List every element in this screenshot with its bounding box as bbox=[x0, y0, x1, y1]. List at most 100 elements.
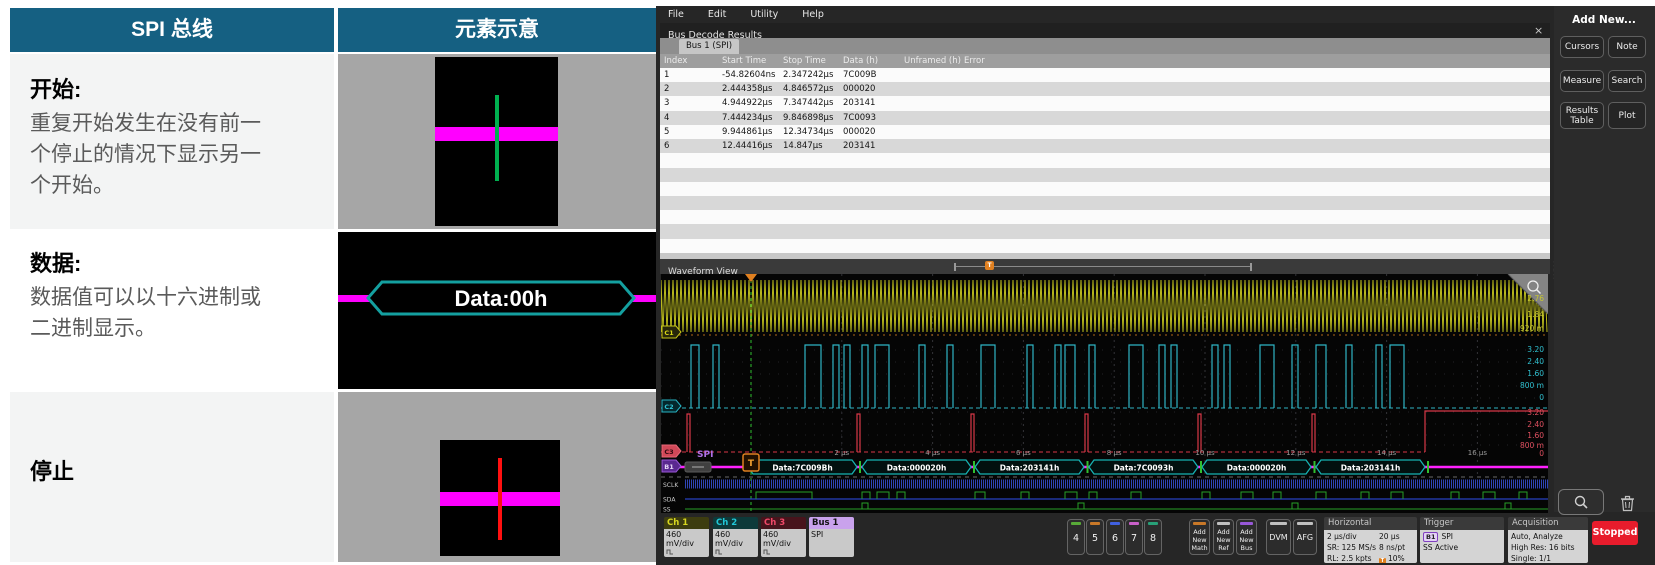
column-header[interactable]: Stop Time bbox=[783, 54, 843, 68]
table-row[interactable]: 1-54.82604ns2.347242μs7C009B bbox=[660, 68, 1550, 82]
horizontal-row: RL: 2.5 kptsT10% bbox=[1327, 553, 1414, 563]
table-row[interactable]: 22.444358μs4.846572μs000020 bbox=[660, 82, 1550, 96]
acquisition-panel[interactable]: Acquisition Auto, Analyze High Res: 16 b… bbox=[1508, 517, 1588, 563]
data-title: 数据: bbox=[30, 246, 334, 278]
trash-icon bbox=[1620, 495, 1635, 512]
stopped-button[interactable]: Stopped bbox=[1592, 521, 1638, 545]
bus-badge[interactable]: Bus 1SPI bbox=[809, 517, 854, 557]
table-cell bbox=[664, 153, 722, 167]
table-row[interactable]: 59.944861μs12.34734μs000020 bbox=[660, 125, 1550, 139]
afg-label: AFG bbox=[1294, 533, 1316, 542]
table-row[interactable]: 34.944922μs7.347442μs203141 bbox=[660, 96, 1550, 110]
channel-button-4[interactable]: 4 bbox=[1067, 519, 1085, 555]
ch3-waveform bbox=[687, 411, 1548, 452]
menu-item-utility[interactable]: Utility bbox=[750, 9, 778, 23]
time-axis-label: 14 μs bbox=[1377, 449, 1397, 457]
table-cell bbox=[783, 239, 843, 253]
horizontal-value: 8 ns/pt bbox=[1379, 542, 1414, 553]
table-cell bbox=[904, 139, 964, 153]
table-cell bbox=[843, 182, 904, 196]
table-row[interactable] bbox=[660, 239, 1550, 253]
horizontal-panel[interactable]: Horizontal 2 μs/div20 μsSR: 125 MS/s8 ns… bbox=[1324, 517, 1417, 563]
channel-button-8[interactable]: 8 bbox=[1144, 519, 1162, 555]
color-bar bbox=[1193, 522, 1206, 525]
menu-item-file[interactable]: File bbox=[668, 9, 684, 23]
channel-badge-1[interactable]: Ch 1460 mV/div50 MHz bbox=[664, 517, 709, 557]
table-cell: 203141 bbox=[843, 139, 904, 153]
bus-line-right bbox=[632, 295, 656, 302]
table-row[interactable] bbox=[660, 153, 1550, 167]
sidebar-button-note[interactable]: Note bbox=[1608, 36, 1646, 58]
start-title: 开始: bbox=[30, 72, 334, 104]
add-new-bus-button[interactable]: AddNewBus bbox=[1236, 519, 1257, 555]
channel-button-5[interactable]: 5 bbox=[1086, 519, 1104, 555]
column-header[interactable]: Index bbox=[664, 54, 722, 68]
table-cell bbox=[722, 196, 783, 210]
table-row[interactable] bbox=[660, 182, 1550, 196]
table-cell: 7C009B bbox=[843, 68, 904, 82]
table-cell bbox=[722, 182, 783, 196]
channel-button-6[interactable]: 6 bbox=[1106, 519, 1124, 555]
sidebar-button-search[interactable]: Search bbox=[1608, 70, 1646, 92]
column-header[interactable]: Unframed (h) bbox=[904, 54, 964, 68]
table-cell: 1 bbox=[664, 68, 722, 82]
channel-badge-3[interactable]: Ch 3460 mV/div50 MHz bbox=[761, 517, 806, 557]
close-icon[interactable]: × bbox=[1534, 23, 1543, 38]
zoom-slider[interactable]: T bbox=[954, 263, 1252, 271]
table-cell: -54.82604ns bbox=[722, 68, 783, 82]
afg-button[interactable]: AFG bbox=[1293, 519, 1317, 555]
table-cell bbox=[722, 239, 783, 253]
table-cell bbox=[664, 196, 722, 210]
bus-spi-label: SPI bbox=[697, 450, 713, 460]
table-row[interactable] bbox=[660, 168, 1550, 182]
table-cell bbox=[904, 125, 964, 139]
zoom-tool-button[interactable] bbox=[1558, 489, 1604, 515]
decode-body[interactable]: 1-54.82604ns2.347242μs7C009B22.444358μs4… bbox=[660, 68, 1550, 253]
table-cell: 4.944922μs bbox=[722, 96, 783, 110]
channel-button-7[interactable]: 7 bbox=[1125, 519, 1143, 555]
zoom-slider-marker[interactable]: T bbox=[985, 261, 994, 270]
table-row[interactable] bbox=[660, 224, 1550, 238]
add-new-math-button[interactable]: AddNewMath bbox=[1189, 519, 1210, 555]
sidebar-button-plot[interactable]: Plot bbox=[1608, 102, 1646, 129]
table-cell: 2 bbox=[664, 82, 722, 96]
add-new-ref-button[interactable]: AddNewRef bbox=[1213, 519, 1234, 555]
waveform-plot-container: 2 μs4 μs6 μs8 μs10 μs12 μs14 μs16 μs2.76… bbox=[661, 274, 1548, 513]
table-cell: 9.846898μs bbox=[783, 111, 843, 125]
table-cell bbox=[904, 96, 964, 110]
column-header[interactable]: Start Time bbox=[722, 54, 783, 68]
channel-badge-2[interactable]: Ch 2460 mV/div50 MHz bbox=[713, 517, 758, 557]
menu-item-edit[interactable]: Edit bbox=[708, 9, 726, 23]
sidebar-button-cursors[interactable]: Cursors bbox=[1560, 36, 1604, 58]
sidebar-button-results-table[interactable]: Results Table bbox=[1560, 102, 1604, 129]
channel-name: Ch 2 bbox=[713, 517, 758, 529]
trigger-top-marker[interactable] bbox=[745, 274, 757, 282]
menu-item-help[interactable]: Help bbox=[802, 9, 824, 23]
digital-label-sda: SDA bbox=[663, 497, 676, 504]
tab-bus1-spi[interactable]: Bus 1 (SPI) bbox=[679, 39, 739, 54]
sidebar-button-measure[interactable]: Measure bbox=[1560, 70, 1604, 92]
decode-title-bar[interactable]: Bus Decode Results × bbox=[660, 23, 1550, 38]
column-header[interactable]: Error bbox=[964, 54, 1550, 68]
table-row[interactable]: 612.44416μs14.847μs203141 bbox=[660, 139, 1550, 153]
trigger-panel[interactable]: Trigger B1SPI SS Active bbox=[1420, 517, 1504, 563]
channel-scale: 460 mV/div bbox=[666, 530, 707, 548]
column-header[interactable]: Data (h) bbox=[843, 54, 904, 68]
delete-button[interactable] bbox=[1614, 491, 1640, 515]
table-row[interactable] bbox=[660, 210, 1550, 224]
doc-row-start: 开始: 重复开始发生在没有前一个停止的情况下显示另一个开始。 bbox=[10, 54, 334, 229]
table-cell: 14.847μs bbox=[783, 139, 843, 153]
table-row[interactable] bbox=[660, 196, 1550, 210]
table-cell bbox=[664, 210, 722, 224]
table-cell bbox=[964, 139, 1550, 153]
waveform-plot[interactable]: 2 μs4 μs6 μs8 μs10 μs12 μs14 μs16 μs2.76… bbox=[661, 274, 1548, 513]
channel-name: Ch 1 bbox=[664, 517, 709, 529]
channel-scale: 460 mV/div bbox=[715, 530, 756, 548]
channel-name: Ch 3 bbox=[761, 517, 806, 529]
horizontal-settings: 2 μs/div20 μsSR: 125 MS/s8 ns/ptRL: 2.5 … bbox=[1324, 530, 1417, 563]
table-row[interactable]: 47.444234μs9.846898μs7C0093 bbox=[660, 111, 1550, 125]
acquisition-resolution: High Res: 16 bits bbox=[1511, 542, 1585, 553]
table-cell bbox=[904, 196, 964, 210]
dvm-button[interactable]: DVM bbox=[1266, 519, 1291, 555]
table-cell bbox=[964, 182, 1550, 196]
